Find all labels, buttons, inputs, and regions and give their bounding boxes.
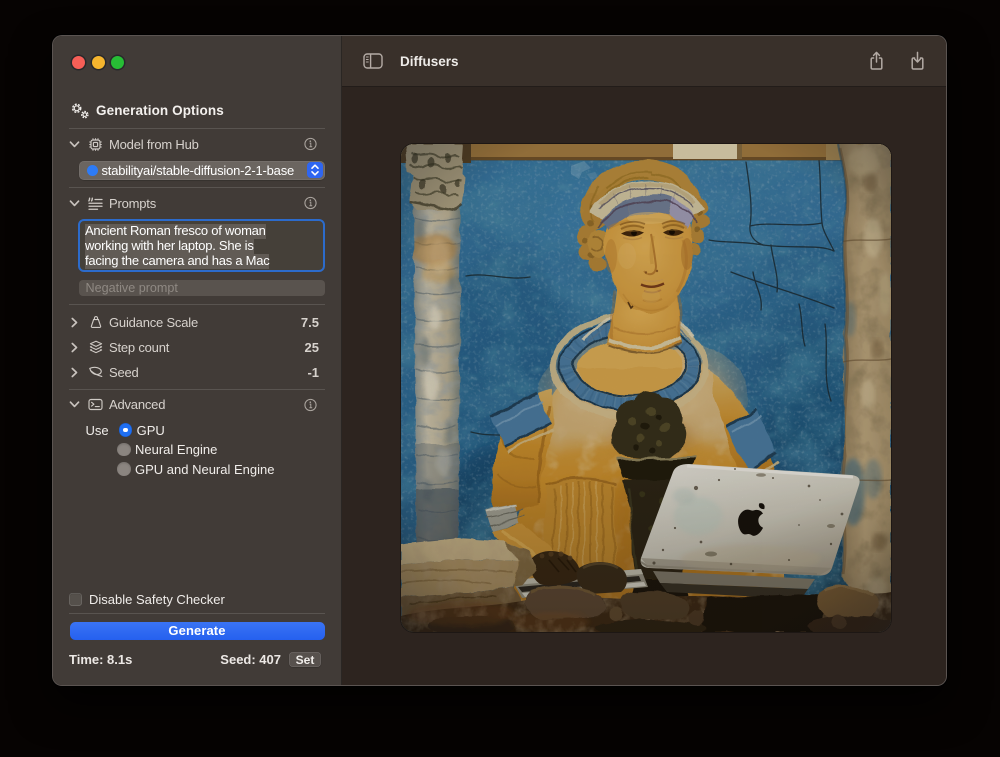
leaf-icon [87,366,104,379]
model-select-value: stabilityai/stable-diffusion-2-1-base [102,163,295,178]
terminal-icon [87,398,104,411]
radio-gpu-and-neural-engine[interactable] [117,462,131,476]
app-window: Generation Options [52,35,947,686]
model-status-dot [87,165,98,176]
negative-prompt-input[interactable]: Negative prompt [79,280,325,296]
divider [69,613,325,614]
radio-gpu[interactable] [119,423,133,437]
gears-icon [69,102,92,119]
status-row: Time: 8.1s Seed: 407 Set [69,651,321,668]
seed-status: Seed: 407 [220,652,281,667]
chevron-right-icon[interactable] [69,367,80,378]
chevron-down-icon[interactable] [69,401,80,408]
chevron-right-icon[interactable] [69,317,80,328]
text-quote-icon [87,197,104,210]
divider [69,187,325,188]
close-button[interactable] [72,56,85,69]
desktop: { "window": { "traffic_lights": ["close"… [0,0,1000,757]
disable-safety-checker-option[interactable]: Disable Safety Checker [69,592,225,607]
info-icon[interactable] [304,197,317,210]
info-icon[interactable] [304,398,317,411]
divider [69,304,325,305]
download-icon[interactable] [910,51,925,71]
prompts-row[interactable]: Prompts [69,193,325,213]
chevron-down-icon[interactable] [69,200,80,207]
titlebar: Diffusers [342,36,946,87]
chevron-down-icon[interactable] [69,141,80,148]
gpu-label: GPU [137,423,165,438]
traffic-lights [72,56,124,69]
info-icon[interactable] [304,138,317,151]
cube-stack-icon [87,340,104,354]
titlebar-actions [869,36,925,86]
use-label: Use [86,423,109,438]
advanced-row[interactable]: Advanced [69,395,325,415]
step-count-value: 25 [305,340,319,355]
window-title: Diffusers [400,54,459,69]
advanced-label: Advanced [109,397,165,412]
sidebar: Generation Options [53,36,342,685]
generation-options-title: Generation Options [96,103,224,118]
prompt-line: Ancient Roman fresco of woman [85,224,266,239]
share-icon[interactable] [869,51,884,71]
generate-button-label: Generate [168,623,225,638]
use-neural-engine-option[interactable]: Neural Engine [117,442,217,457]
time-status: Time: 8.1s [69,652,132,667]
model-from-hub-label: Model from Hub [109,137,199,152]
set-seed-button-label: Set [296,653,315,667]
divider [69,389,325,390]
divider [69,128,325,129]
prompt-line: working with her laptop. She is [85,239,254,254]
zoom-button[interactable] [111,56,124,69]
step-count-label: Step count [109,340,169,355]
use-gpu-and-neural-engine-option[interactable]: GPU and Neural Engine [117,462,274,477]
sidebar-toggle-icon [363,53,383,69]
toggle-sidebar-button[interactable] [363,53,383,69]
radio-neural-engine[interactable] [117,443,131,457]
cpu-icon [87,137,104,152]
negative-prompt-placeholder: Negative prompt [86,281,178,295]
guidance-scale-row[interactable]: Guidance Scale 7.5 [69,312,325,332]
generation-options-header: Generation Options [69,102,224,119]
prompts-label: Prompts [109,196,156,211]
use-gpu-option[interactable]: Use GPU [86,423,165,438]
guidance-scale-value: 7.5 [301,315,319,330]
safety-checkbox-label: Disable Safety Checker [89,592,225,607]
canvas-area [342,87,946,685]
step-count-row[interactable]: Step count 25 [69,337,325,357]
model-select[interactable]: stabilityai/stable-diffusion-2-1-base [79,161,325,181]
model-from-hub-row[interactable]: Model from Hub [69,134,325,154]
generated-image[interactable] [401,144,891,632]
set-seed-button[interactable]: Set [289,652,321,667]
seed-value: -1 [307,365,319,380]
gpu-and-neural-engine-label: GPU and Neural Engine [135,462,274,477]
main-panel: Diffusers [342,36,946,685]
safety-checkbox[interactable] [69,593,82,606]
generate-button[interactable]: Generate [70,622,325,640]
seed-row[interactable]: Seed -1 [69,362,325,382]
neural-engine-label: Neural Engine [135,442,217,457]
prompt-line: facing the camera and has a Mac [85,254,269,269]
prompt-textarea[interactable]: Ancient Roman fresco of woman working wi… [78,219,325,272]
chevron-right-icon[interactable] [69,342,80,353]
select-stepper-icon[interactable] [307,162,323,178]
scale-weight-icon [87,315,104,329]
seed-label: Seed [109,365,139,380]
minimize-button[interactable] [92,56,105,69]
guidance-scale-label: Guidance Scale [109,315,198,330]
